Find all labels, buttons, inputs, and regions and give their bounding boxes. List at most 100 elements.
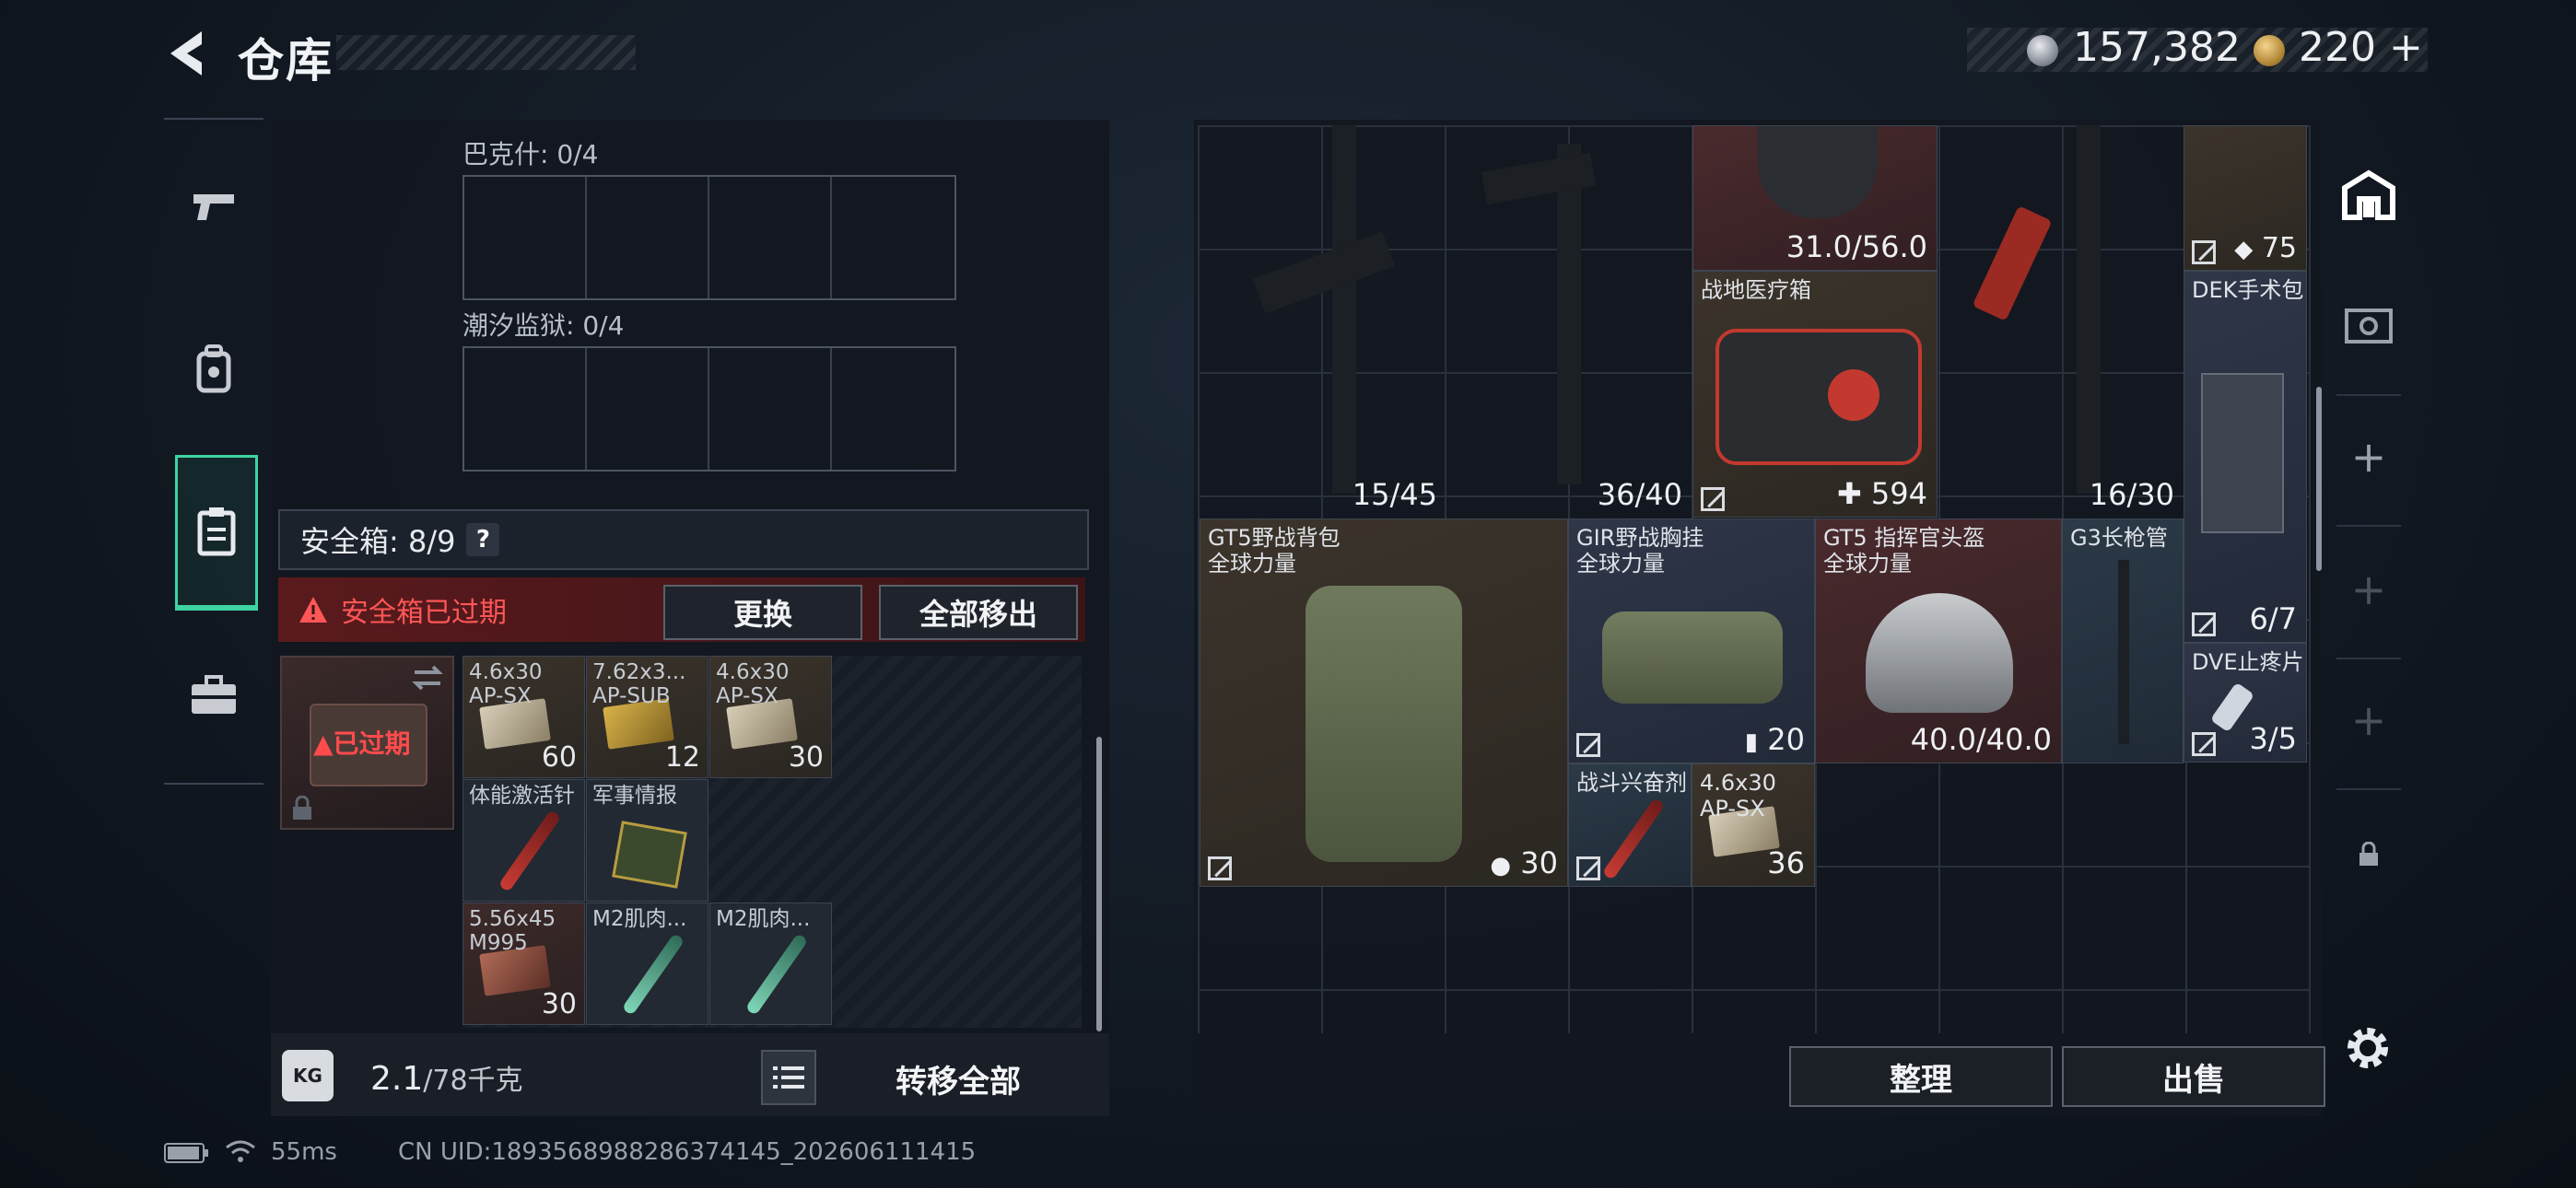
stash-item-painkiller[interactable]: DVE止疼片 3/5 [2184, 643, 2307, 763]
uid-readout: CN UID:1893568988286374145_202606111415 [398, 1138, 977, 1166]
help-icon[interactable]: ? [466, 523, 500, 556]
ping-readout: 55ms [271, 1138, 337, 1166]
divider [2336, 525, 2401, 527]
stash-item-rifle[interactable]: 36/40 [1446, 125, 1692, 518]
slot[interactable] [709, 348, 832, 470]
list-icon [773, 1066, 804, 1089]
stash-item-ammo[interactable]: 4.6x30 AP-SX 36 [1692, 763, 1815, 887]
divider [2336, 394, 2401, 396]
warning-icon [299, 597, 327, 623]
inventory-item[interactable]: 4.6x30 AP-SX 30 [709, 656, 832, 778]
locked-tab[interactable] [2336, 799, 2401, 910]
item-count: 60 [541, 741, 577, 774]
item-count: 15/45 [1352, 477, 1437, 512]
item-count: ◆ 75 [2234, 232, 2297, 264]
inventory-item[interactable]: 7.62x3... AP-SUB 12 [586, 656, 708, 778]
inventory-item[interactable]: 5.56x45 M995 30 [463, 903, 585, 1025]
nav-briefcase[interactable] [164, 645, 263, 746]
container1-slots[interactable] [463, 175, 956, 300]
stash-item-g3-barrel[interactable]: G3长枪管 [2062, 518, 2184, 763]
inventory-item[interactable]: M2肌肉... [586, 903, 708, 1025]
sell-button[interactable]: 出售 [2062, 1046, 2325, 1107]
stash-item-medkit[interactable]: 战地医疗箱 ✚ 594 [1692, 271, 1938, 518]
gold-currency-value[interactable]: 220 + [2299, 24, 2423, 71]
slot[interactable] [832, 177, 954, 298]
slot[interactable] [464, 177, 587, 298]
item-count: 40.0/40.0 [1910, 722, 2052, 757]
slot[interactable] [709, 177, 832, 298]
add-stash-tab-icon[interactable]: + [2336, 665, 2401, 775]
transfer-all-button[interactable]: 转移全部 [857, 1052, 1060, 1105]
slot[interactable] [587, 177, 709, 298]
wifi-icon [226, 1140, 255, 1162]
nav-safe-box[interactable] [175, 455, 258, 611]
item-count: 36/40 [1597, 477, 1682, 512]
sort-button[interactable]: 整理 [1789, 1046, 2053, 1107]
container1-label: 巴克什: 0/4 [463, 139, 599, 169]
divider [2336, 658, 2401, 659]
add-stash-tab-icon[interactable]: + [2336, 534, 2401, 645]
item-count: 3/5 [2249, 721, 2298, 756]
back-arrow-icon[interactable] [161, 26, 217, 81]
stash-item-combat-stimulant[interactable]: 战斗兴奋剂 [1568, 763, 1692, 887]
slot[interactable] [832, 348, 954, 470]
backpack-icon [196, 344, 231, 393]
item-count: ✚ 594 [1837, 476, 1927, 511]
case-expired-text: 已过期 [333, 728, 411, 759]
nav-backpack[interactable] [164, 318, 263, 419]
stash-item-backpack[interactable]: GT5野战背包 全球力量 ● 30 [1200, 518, 1568, 887]
item-count: ▮ 20 [1745, 722, 1805, 757]
battery-icon [164, 1143, 208, 1163]
bound-icon [2192, 612, 2216, 636]
capacity-icon: ● [1490, 852, 1512, 879]
intel-board-icon [612, 821, 687, 889]
safe-box-grid[interactable]: 4.6x30 AP-SX 60 7.62x3... AP-SUB 12 4.6x… [463, 656, 1082, 1028]
item-name: 4.6x30 AP-SX [469, 660, 543, 708]
item-name: G3长枪管 [2070, 525, 2168, 551]
chest-rig-image [1602, 611, 1783, 704]
bound-icon [2192, 732, 2216, 756]
stash-item-surgery-kit[interactable]: DEK手术包 6/7 [2184, 271, 2307, 643]
weight-readout: 2.1/78千克 [370, 1057, 523, 1098]
stash-tab-main[interactable] [2336, 140, 2401, 250]
add-currency-icon[interactable]: + [2389, 24, 2423, 71]
swap-icon[interactable] [411, 665, 444, 691]
slot[interactable] [587, 348, 709, 470]
add-stash-tab-icon[interactable]: + [2336, 402, 2401, 512]
container2-slots[interactable] [463, 346, 956, 472]
stash-scrollbar[interactable] [2316, 387, 2322, 571]
stash-item-armor[interactable]: ◆ 75 [2184, 125, 2307, 271]
helmet-image [1758, 126, 1878, 218]
stash-item-commander-helmet[interactable]: GT5 指挥官头盔 全球力量 40.0/40.0 [1815, 518, 2062, 763]
list-view-button[interactable] [761, 1050, 816, 1105]
medkit-image [1715, 329, 1922, 465]
inventory-item[interactable]: 体能激活针 [463, 779, 585, 902]
stash-item-helmet[interactable]: 31.0/56.0 [1692, 125, 1938, 271]
left-scrollbar[interactable] [1096, 737, 1102, 1031]
briefcase-icon [192, 675, 236, 714]
inventory-item[interactable]: 军事情报 [586, 779, 708, 902]
slot[interactable] [464, 348, 587, 470]
stash-item-chest-rig[interactable]: GIR野战胸挂 全球力量 ▮ 20 [1568, 518, 1815, 763]
bound-icon [1576, 733, 1600, 757]
settings-gear-icon[interactable] [2340, 1020, 2395, 1076]
shield-icon: ◆ [2234, 236, 2254, 263]
stash-tab-vault[interactable] [2336, 269, 2401, 379]
lock-icon [293, 796, 311, 820]
silver-coin-icon [2027, 35, 2058, 66]
stash-icon [2342, 169, 2395, 220]
bound-icon [1576, 856, 1600, 880]
item-count: 16/30 [2089, 477, 2174, 512]
inventory-item[interactable]: M2肌肉... [709, 903, 832, 1025]
stash-item-rifle[interactable]: 15/45 [1200, 125, 1446, 518]
remove-all-button[interactable]: 全部移出 [879, 585, 1078, 640]
syringe-icon [1601, 798, 1666, 880]
item-name: M2肌肉... [716, 907, 811, 931]
inventory-item[interactable]: 4.6x30 AP-SX 60 [463, 656, 585, 778]
safe-box-header: 安全箱: 8/9 ? [278, 509, 1089, 570]
silver-currency-value: 157,382 [2073, 24, 2241, 71]
nav-weapons[interactable] [164, 157, 263, 258]
replace-button[interactable]: 更换 [663, 585, 862, 640]
stash-item-rifle[interactable]: 16/30 [1938, 125, 2184, 518]
clipboard-icon [197, 507, 236, 556]
